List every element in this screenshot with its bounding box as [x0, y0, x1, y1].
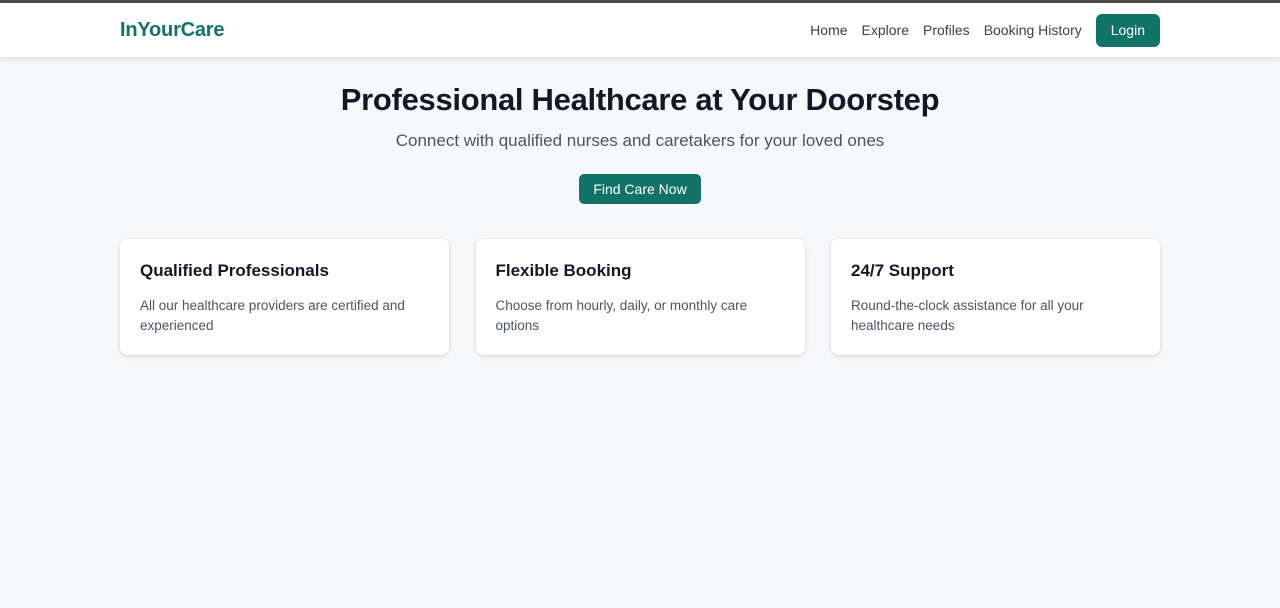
- nav-link-booking-history[interactable]: Booking History: [984, 22, 1082, 38]
- feature-description: Choose from hourly, daily, or monthly ca…: [495, 298, 748, 333]
- feature-card-flexible-booking: Flexible Booking Choose from hourly, dai…: [475, 239, 805, 355]
- login-button[interactable]: Login: [1095, 13, 1160, 47]
- feature-card-24-7-support: 24/7 Support Round-the-clock assistance …: [831, 239, 1160, 355]
- feature-title: Flexible Booking: [495, 261, 632, 280]
- top-navbar: InYourCare Home Explore Profiles Booking…: [0, 3, 1280, 57]
- feature-description: Round-the-clock assistance for all your …: [851, 298, 1084, 333]
- find-care-now-button[interactable]: Find Care Now: [579, 174, 701, 204]
- feature-title: Qualified Professionals: [140, 261, 329, 280]
- feature-description: All our healthcare providers are certifi…: [140, 298, 405, 333]
- feature-title: 24/7 Support: [851, 261, 954, 280]
- hero-title: Professional Healthcare at Your Doorstep: [340, 82, 940, 117]
- nav-link-profiles[interactable]: Profiles: [923, 22, 970, 38]
- nav-link-home[interactable]: Home: [810, 22, 847, 38]
- nav-link-explore[interactable]: Explore: [862, 22, 909, 38]
- feature-card-qualified-professionals: Qualified Professionals All our healthca…: [120, 239, 449, 355]
- navbar-inner: InYourCare Home Explore Profiles Booking…: [120, 3, 1160, 57]
- features-section: Qualified Professionals All our healthca…: [120, 239, 1160, 355]
- hero-section: Professional Healthcare at Your Doorstep…: [120, 82, 1160, 204]
- hero-subtitle: Connect with qualified nurses and careta…: [395, 131, 885, 150]
- brand-logo[interactable]: InYourCare: [120, 19, 225, 42]
- nav-links: Home Explore Profiles Booking History Lo…: [810, 13, 1160, 47]
